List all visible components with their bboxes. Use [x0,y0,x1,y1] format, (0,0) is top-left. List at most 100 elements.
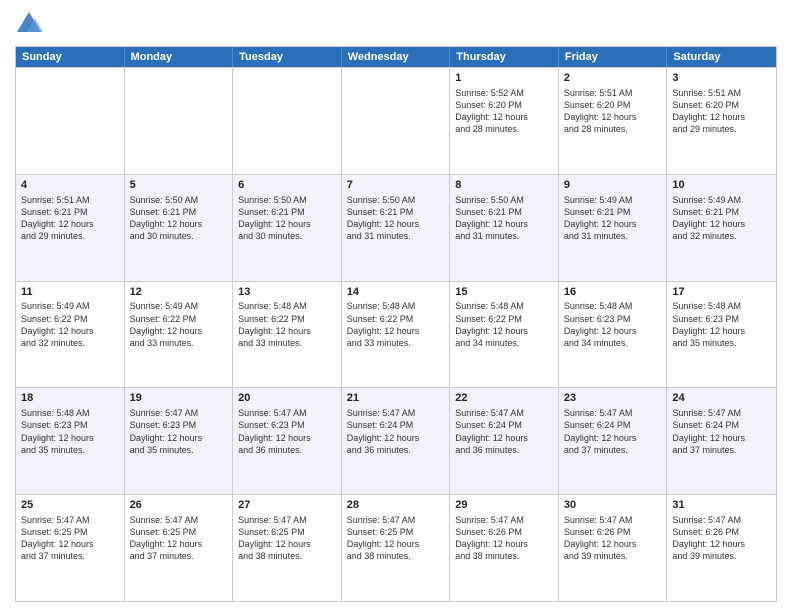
cell-info-line: Sunrise: 5:47 AM [130,407,228,419]
calendar-cell-4: 4Sunrise: 5:51 AMSunset: 6:21 PMDaylight… [16,175,125,281]
cell-info-line: Sunset: 6:20 PM [564,99,662,111]
calendar-cell-8: 8Sunrise: 5:50 AMSunset: 6:21 PMDaylight… [450,175,559,281]
cell-info-line: Sunrise: 5:47 AM [672,407,771,419]
cell-info-line: Sunset: 6:22 PM [21,313,119,325]
day-number: 12 [130,285,228,300]
cell-info-line: Sunrise: 5:49 AM [130,300,228,312]
cell-info-line: Sunset: 6:25 PM [21,526,119,538]
cell-info-line: Sunrise: 5:49 AM [672,194,771,206]
cell-info-line: Sunset: 6:20 PM [455,99,553,111]
cell-info-line: Sunset: 6:20 PM [672,99,771,111]
calendar-row-4: 25Sunrise: 5:47 AMSunset: 6:25 PMDayligh… [16,494,776,601]
day-number: 4 [21,178,119,193]
cell-info-line: Daylight: 12 hours [672,111,771,123]
cell-info-line: Sunrise: 5:47 AM [564,407,662,419]
cell-info-line: Daylight: 12 hours [564,111,662,123]
cell-info-line: Sunrise: 5:51 AM [564,87,662,99]
calendar-cell-27: 27Sunrise: 5:47 AMSunset: 6:25 PMDayligh… [233,495,342,601]
calendar-cell-14: 14Sunrise: 5:48 AMSunset: 6:22 PMDayligh… [342,282,451,388]
header-day-saturday: Saturday [667,47,776,67]
cell-info-line: Daylight: 12 hours [130,218,228,230]
cell-info-line: Sunrise: 5:49 AM [21,300,119,312]
cell-info-line: Daylight: 12 hours [21,325,119,337]
day-number: 6 [238,178,336,193]
calendar-cell-6: 6Sunrise: 5:50 AMSunset: 6:21 PMDaylight… [233,175,342,281]
calendar-cell-5: 5Sunrise: 5:50 AMSunset: 6:21 PMDaylight… [125,175,234,281]
day-number: 1 [455,71,553,86]
cell-info-line: Daylight: 12 hours [564,538,662,550]
calendar-row-0: 1Sunrise: 5:52 AMSunset: 6:20 PMDaylight… [16,67,776,174]
cell-info-line: Sunrise: 5:50 AM [238,194,336,206]
day-number: 5 [130,178,228,193]
cell-info-line: and 30 minutes. [130,230,228,242]
day-number: 3 [672,71,771,86]
cell-info-line: Sunrise: 5:48 AM [564,300,662,312]
cell-info-line: and 38 minutes. [455,550,553,562]
calendar-cell-26: 26Sunrise: 5:47 AMSunset: 6:25 PMDayligh… [125,495,234,601]
cell-info-line: and 28 minutes. [564,123,662,135]
day-number: 16 [564,285,662,300]
cell-info-line: Sunset: 6:26 PM [455,526,553,538]
day-number: 8 [455,178,553,193]
day-number: 14 [347,285,445,300]
cell-info-line: Sunset: 6:21 PM [564,206,662,218]
day-number: 7 [347,178,445,193]
calendar-cell-empty [125,68,234,174]
cell-info-line: and 39 minutes. [672,550,771,562]
cell-info-line: Sunset: 6:25 PM [347,526,445,538]
cell-info-line: Daylight: 12 hours [347,325,445,337]
logo-icon [15,10,43,38]
cell-info-line: Sunrise: 5:47 AM [455,407,553,419]
cell-info-line: Daylight: 12 hours [455,325,553,337]
cell-info-line: and 34 minutes. [564,337,662,349]
header-day-thursday: Thursday [450,47,559,67]
calendar-cell-empty [16,68,125,174]
calendar-cell-empty [342,68,451,174]
day-number: 11 [21,285,119,300]
cell-info-line: Sunrise: 5:47 AM [455,514,553,526]
cell-info-line: and 31 minutes. [564,230,662,242]
calendar-cell-25: 25Sunrise: 5:47 AMSunset: 6:25 PMDayligh… [16,495,125,601]
cell-info-line: Daylight: 12 hours [564,325,662,337]
cell-info-line: Sunset: 6:21 PM [672,206,771,218]
cell-info-line: Sunrise: 5:47 AM [130,514,228,526]
cell-info-line: Daylight: 12 hours [347,218,445,230]
calendar-cell-21: 21Sunrise: 5:47 AMSunset: 6:24 PMDayligh… [342,388,451,494]
cell-info-line: and 36 minutes. [455,444,553,456]
cell-info-line: Sunset: 6:22 PM [238,313,336,325]
cell-info-line: Sunrise: 5:48 AM [347,300,445,312]
day-number: 30 [564,498,662,513]
cell-info-line: Sunrise: 5:48 AM [21,407,119,419]
header-day-tuesday: Tuesday [233,47,342,67]
cell-info-line: Daylight: 12 hours [238,218,336,230]
calendar-cell-15: 15Sunrise: 5:48 AMSunset: 6:22 PMDayligh… [450,282,559,388]
cell-info-line: Sunset: 6:23 PM [21,419,119,431]
cell-info-line: and 32 minutes. [672,230,771,242]
page: SundayMondayTuesdayWednesdayThursdayFrid… [0,0,792,612]
cell-info-line: Daylight: 12 hours [21,432,119,444]
header-day-wednesday: Wednesday [342,47,451,67]
calendar-cell-29: 29Sunrise: 5:47 AMSunset: 6:26 PMDayligh… [450,495,559,601]
cell-info-line: and 35 minutes. [130,444,228,456]
cell-info-line: Sunset: 6:23 PM [238,419,336,431]
calendar-cell-31: 31Sunrise: 5:47 AMSunset: 6:26 PMDayligh… [667,495,776,601]
day-number: 29 [455,498,553,513]
cell-info-line: Sunrise: 5:50 AM [455,194,553,206]
cell-info-line: and 31 minutes. [347,230,445,242]
day-number: 18 [21,391,119,406]
cell-info-line: Sunset: 6:23 PM [564,313,662,325]
cell-info-line: Sunrise: 5:47 AM [347,407,445,419]
calendar-row-3: 18Sunrise: 5:48 AMSunset: 6:23 PMDayligh… [16,387,776,494]
cell-info-line: Daylight: 12 hours [672,538,771,550]
cell-info-line: Daylight: 12 hours [130,538,228,550]
cell-info-line: Sunset: 6:21 PM [21,206,119,218]
cell-info-line: Daylight: 12 hours [21,218,119,230]
logo [15,10,47,38]
day-number: 13 [238,285,336,300]
day-number: 23 [564,391,662,406]
calendar-body: 1Sunrise: 5:52 AMSunset: 6:20 PMDaylight… [16,67,776,601]
header-day-monday: Monday [125,47,234,67]
day-number: 17 [672,285,771,300]
day-number: 10 [672,178,771,193]
calendar-cell-13: 13Sunrise: 5:48 AMSunset: 6:22 PMDayligh… [233,282,342,388]
